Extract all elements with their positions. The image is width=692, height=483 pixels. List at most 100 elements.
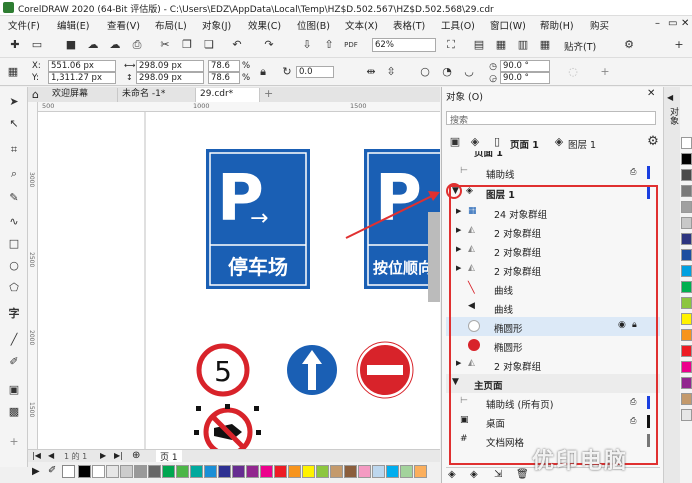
height-field[interactable]: 298.09 px <box>136 72 204 84</box>
color-swatch[interactable] <box>330 465 343 478</box>
color-swatch[interactable] <box>302 465 315 478</box>
color-swatch[interactable] <box>400 465 413 478</box>
color-swatch[interactable] <box>106 465 119 478</box>
docker-close-icon[interactable]: ✕ <box>647 88 655 99</box>
speed-limit-sign[interactable]: 5 <box>196 343 250 397</box>
color-swatch[interactable] <box>681 201 692 213</box>
color-swatch[interactable] <box>681 329 692 341</box>
color-swatch[interactable] <box>681 297 692 309</box>
end-angle-field[interactable]: 90.0 ° <box>500 72 550 84</box>
current-layer-label[interactable]: 图层 1 <box>568 137 596 151</box>
color-swatch[interactable] <box>681 185 692 197</box>
width-field[interactable]: 298.09 px <box>136 60 204 72</box>
color-swatch[interactable] <box>681 249 692 261</box>
color-swatch[interactable] <box>681 361 692 373</box>
color-swatch[interactable] <box>681 169 692 181</box>
tab-29cdr[interactable]: 29.cdr* <box>196 88 260 102</box>
undo-icon[interactable]: ↶ <box>230 38 244 52</box>
color-swatch[interactable] <box>372 465 385 478</box>
crop-tool-icon[interactable]: ⌗ <box>7 143 21 157</box>
parking-sign-1[interactable]: P → 停车场 <box>206 149 310 289</box>
maximize-icon[interactable]: ▭ <box>668 18 677 29</box>
ellipse-shape-icon[interactable]: ○ <box>418 65 432 79</box>
tab-untitled[interactable]: 未命名 -1* <box>118 88 196 102</box>
color-swatch[interactable] <box>162 465 175 478</box>
start-angle-field[interactable]: 90.0 ° <box>500 60 550 72</box>
menu-effects[interactable]: 效果(C) <box>248 18 281 32</box>
color-swatch[interactable] <box>120 465 133 478</box>
mirror-vertical-icon[interactable]: ⇳ <box>384 65 398 79</box>
color-swatch[interactable] <box>274 465 287 478</box>
object-properties-icon[interactable]: ▣ <box>448 135 462 149</box>
copy-icon[interactable]: ❐ <box>180 38 194 52</box>
color-swatch[interactable] <box>681 345 692 357</box>
pick-tool-icon[interactable]: ➤ <box>7 95 21 109</box>
docker-search-box[interactable]: 搜索 <box>446 111 656 126</box>
rotation-field[interactable]: 0.0 <box>296 66 334 78</box>
menu-table[interactable]: 表格(T) <box>393 18 425 32</box>
menu-text[interactable]: 文本(X) <box>345 18 378 32</box>
color-swatch[interactable] <box>386 465 399 478</box>
color-swatch[interactable] <box>148 465 161 478</box>
menu-object[interactable]: 对象(J) <box>202 18 231 32</box>
next-page-icon[interactable]: ▶ <box>100 451 106 460</box>
color-swatch[interactable] <box>681 409 692 421</box>
first-page-icon[interactable]: |◀ <box>32 451 41 460</box>
prev-page-icon[interactable]: ◀ <box>48 451 54 460</box>
drop-shadow-tool-icon[interactable]: ▣ <box>7 383 21 397</box>
shape-tool-icon[interactable]: ↖ <box>7 117 21 131</box>
connector-tool-icon[interactable]: ╱ <box>7 333 21 347</box>
guides-icon[interactable]: ▥ <box>516 38 530 52</box>
open-folder-icon[interactable]: ▭ <box>30 38 44 52</box>
tree-row-page[interactable]: 页面 1 <box>446 151 660 159</box>
eyedropper-tool-icon[interactable]: ✐ <box>7 355 21 369</box>
new-tab-icon[interactable]: + <box>264 87 273 100</box>
menu-help[interactable]: 帮助(H) <box>540 18 574 32</box>
color-swatch[interactable] <box>288 465 301 478</box>
text-tool-icon[interactable]: 字 <box>7 307 21 321</box>
zoom-select[interactable]: 62% <box>372 38 436 52</box>
menu-file[interactable]: 文件(F) <box>8 18 40 32</box>
y-position-field[interactable]: 1,311.27 px <box>48 72 116 84</box>
last-page-icon[interactable]: ▶| <box>114 451 123 460</box>
mirror-horizontal-icon[interactable]: ⇹ <box>364 65 378 79</box>
straight-only-sign[interactable] <box>285 343 339 397</box>
eyedropper-icon[interactable]: ✐ <box>48 465 56 476</box>
polygon-tool-icon[interactable]: ⬠ <box>7 281 21 295</box>
redo-icon[interactable]: ↷ <box>262 38 276 52</box>
color-swatch[interactable] <box>681 217 692 229</box>
object-origin-icon[interactable]: ▦ <box>6 65 20 79</box>
arc-shape-icon[interactable]: ◡ <box>462 65 476 79</box>
docker-tab-objects[interactable]: 对象 <box>667 107 680 125</box>
new-master-layer-icon[interactable]: ◈ <box>470 469 478 480</box>
full-screen-icon[interactable]: ⛶ <box>444 38 458 52</box>
color-swatch[interactable] <box>92 465 105 478</box>
add-preset-icon[interactable]: + <box>598 65 612 79</box>
menu-layout[interactable]: 布局(L) <box>155 18 187 32</box>
rectangle-tool-icon[interactable]: □ <box>7 237 21 251</box>
settings-gear-icon[interactable]: ⚙ <box>622 38 636 52</box>
cut-icon[interactable]: ✂ <box>158 38 172 52</box>
color-swatch[interactable] <box>681 313 692 325</box>
home-icon[interactable]: ⌂ <box>32 88 39 101</box>
color-swatch[interactable] <box>681 393 692 405</box>
color-swatch[interactable] <box>260 465 273 478</box>
cloud-upload-icon[interactable]: ☁ <box>108 38 122 52</box>
direction-icon[interactable]: ◌ <box>566 65 580 79</box>
color-swatch[interactable] <box>316 465 329 478</box>
color-swatch[interactable] <box>681 265 692 277</box>
save-icon[interactable]: ■ <box>64 38 78 52</box>
freehand-tool-icon[interactable]: ✎ <box>7 191 21 205</box>
close-icon[interactable]: ✕ <box>681 18 689 29</box>
transparency-tool-icon[interactable]: ▩ <box>7 405 21 419</box>
color-swatch[interactable] <box>176 465 189 478</box>
color-swatch[interactable] <box>232 465 245 478</box>
color-swatch[interactable] <box>134 465 147 478</box>
new-document-icon[interactable]: ✚ <box>8 38 22 52</box>
zoom-tool-icon[interactable]: ⌕ <box>7 167 21 181</box>
scale-y-field[interactable]: 78.6 <box>208 72 240 84</box>
color-swatch[interactable] <box>218 465 231 478</box>
color-swatch[interactable] <box>681 137 692 149</box>
color-swatch[interactable] <box>414 465 427 478</box>
print-icon[interactable]: ⎙ <box>130 38 144 52</box>
